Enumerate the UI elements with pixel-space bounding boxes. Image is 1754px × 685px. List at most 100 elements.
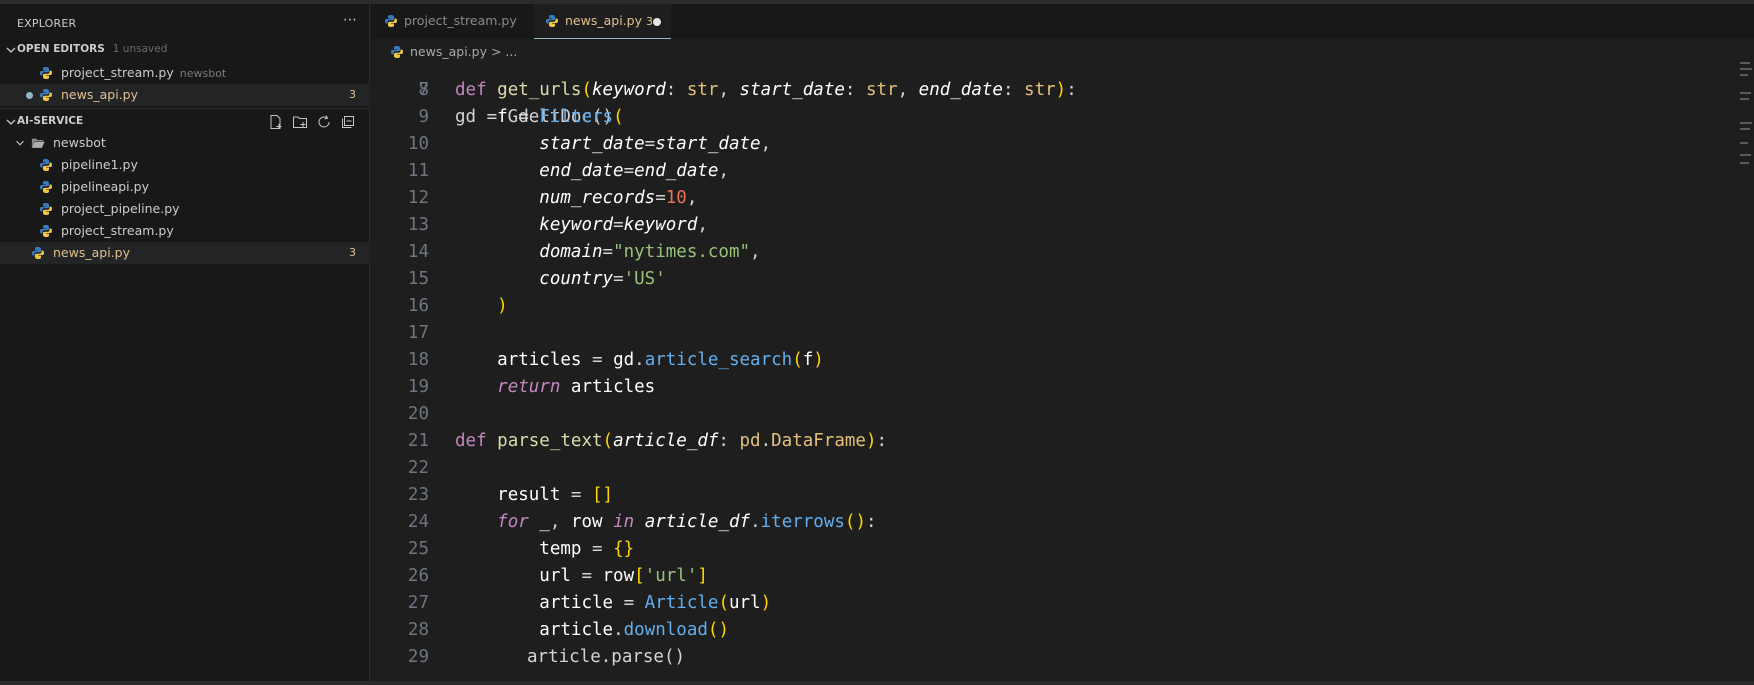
explorer-sidebar: EXPLORER ⋯ OPEN EDITORS 1 unsaved project… [0, 4, 370, 681]
new-folder-icon[interactable] [292, 114, 308, 130]
code-line: 11 end_date=end_date, [371, 158, 1701, 185]
minimap-line [1740, 62, 1750, 64]
folder-open-icon [31, 138, 45, 148]
problem-count-badge: 3 [349, 88, 356, 101]
code-line: 14 domain="nytimes.com", [371, 239, 1701, 266]
minimap-line [1740, 162, 1749, 164]
minimap-line [1740, 74, 1748, 76]
code-line: 12 num_records=10, [371, 185, 1701, 212]
code-line: 22 [371, 455, 1701, 482]
code-line: 18 articles = gd.article_search(f) [371, 347, 1701, 374]
code-line: 19 return articles [371, 374, 1701, 401]
code-line: 27 article = Article(url) [371, 590, 1701, 617]
open-editor-name: news_api.py [61, 87, 138, 102]
minimap-line [1740, 142, 1748, 144]
line-number: 13 [407, 215, 429, 235]
open-editors-header[interactable]: OPEN EDITORS 1 unsaved [0, 40, 370, 60]
file-item-pipeline1[interactable]: pipeline1.py [0, 154, 370, 176]
minimap-line [1740, 92, 1751, 94]
tab-news-api[interactable]: news_api.py 3 [534, 4, 671, 39]
tab-label: project_stream.py [404, 13, 517, 28]
minimap-line [1740, 68, 1752, 70]
line-number: 21 [407, 431, 429, 451]
chevron-down-icon [6, 47, 16, 53]
line-number: 27 [407, 593, 429, 613]
file-name: news_api.py [53, 245, 130, 260]
code-line: 8 def get_urls(keyword: str, start_date: … [371, 77, 1701, 104]
breadcrumb: news_api.py > ... [371, 40, 1754, 64]
code-line: 13 keyword=keyword, [371, 212, 1701, 239]
code-editor[interactable]: 7 gd = GdeltDoc() 8 def get_urls(keyword:… [371, 64, 1754, 681]
tab-project-stream[interactable]: project_stream.py [371, 4, 531, 38]
minimap-line [1740, 154, 1751, 156]
code-text: ) [497, 296, 508, 316]
file-name: pipelineapi.py [61, 179, 149, 194]
collapse-all-icon[interactable] [340, 114, 356, 130]
code-text: return articles [497, 377, 656, 397]
tab-problem-badge: 3 [645, 15, 653, 28]
open-editor-item-project-stream[interactable]: project_stream.py newsbot [0, 62, 370, 84]
refresh-icon[interactable] [316, 114, 332, 130]
line-number: 29 [407, 647, 429, 667]
folder-newsbot[interactable]: newsbot [0, 132, 370, 154]
section-divider [0, 108, 370, 109]
code-text: domain="nytimes.com", [539, 242, 761, 262]
file-item-pipelineapi[interactable]: pipelineapi.py [0, 176, 370, 198]
python-file-icon [546, 15, 558, 27]
line-number: 28 [407, 620, 429, 640]
minimap-line [1740, 128, 1750, 130]
python-file-icon [40, 67, 52, 79]
code-line: 23 result = [] [371, 482, 1701, 509]
minimap[interactable] [1740, 62, 1754, 172]
line-number: 15 [407, 269, 429, 289]
code-text: f = Filters( [497, 107, 624, 127]
unsaved-dot-icon[interactable] [653, 18, 661, 26]
code-text: for _, row in article_df.iterrows(): [497, 512, 877, 532]
minimap-line [1740, 98, 1749, 100]
code-line: 7 gd = GdeltDoc() [371, 64, 1701, 127]
file-name: project_pipeline.py [61, 201, 180, 216]
window-bottom-edge [0, 681, 1754, 685]
open-editor-name: project_stream.py [61, 65, 174, 80]
workspace-label: AI-SERVICE [17, 115, 84, 127]
unsaved-dot-icon [26, 92, 33, 99]
code-text: country='US' [539, 269, 666, 289]
line-number: 8 [418, 80, 429, 100]
chevron-down-icon [6, 119, 16, 125]
code-line: 25 temp = {} [371, 536, 1701, 563]
folder-name: newsbot [53, 135, 106, 150]
code-text: end_date=end_date, [539, 161, 729, 181]
open-editors-label: OPEN EDITORS [17, 43, 105, 55]
open-editor-item-news-api[interactable]: news_api.py 3 [0, 84, 370, 106]
tab-label: news_api.py [565, 13, 642, 28]
line-number: 17 [407, 323, 429, 343]
more-actions-icon[interactable]: ⋯ [341, 11, 359, 29]
workspace-header[interactable]: AI-SERVICE [0, 112, 370, 132]
breadcrumb-rest[interactable]: > ... [491, 44, 517, 59]
code-text: article = Article(url) [539, 593, 772, 613]
line-number: 14 [407, 242, 429, 262]
breadcrumb-file[interactable]: news_api.py [410, 44, 487, 59]
tab-bar: project_stream.py news_api.py 3 [371, 4, 1754, 39]
code-text: temp = {} [539, 539, 635, 559]
code-text: def parse_text(article_df: pd.DataFrame)… [455, 431, 888, 451]
python-file-icon [40, 181, 52, 193]
code-line: 26 url = row['url'] [371, 563, 1701, 590]
file-item-news-api[interactable]: news_api.py 3 [0, 242, 370, 264]
python-file-icon [40, 203, 52, 215]
line-number: 24 [407, 512, 429, 532]
line-number: 25 [407, 539, 429, 559]
line-number: 16 [407, 296, 429, 316]
code-line: 29 article.parse() [371, 644, 1701, 671]
code-text: url = row['url'] [539, 566, 708, 586]
file-item-project-stream[interactable]: project_stream.py [0, 220, 370, 242]
line-number: 23 [407, 485, 429, 505]
python-file-icon [40, 89, 52, 101]
code-line: 9 f = Filters( [371, 104, 1701, 131]
line-number: 11 [407, 161, 429, 181]
code-line: 28 article.download() [371, 617, 1701, 644]
line-number: 19 [407, 377, 429, 397]
new-file-icon[interactable] [268, 114, 284, 130]
file-item-project-pipeline[interactable]: project_pipeline.py [0, 198, 370, 220]
python-file-icon [391, 46, 403, 58]
